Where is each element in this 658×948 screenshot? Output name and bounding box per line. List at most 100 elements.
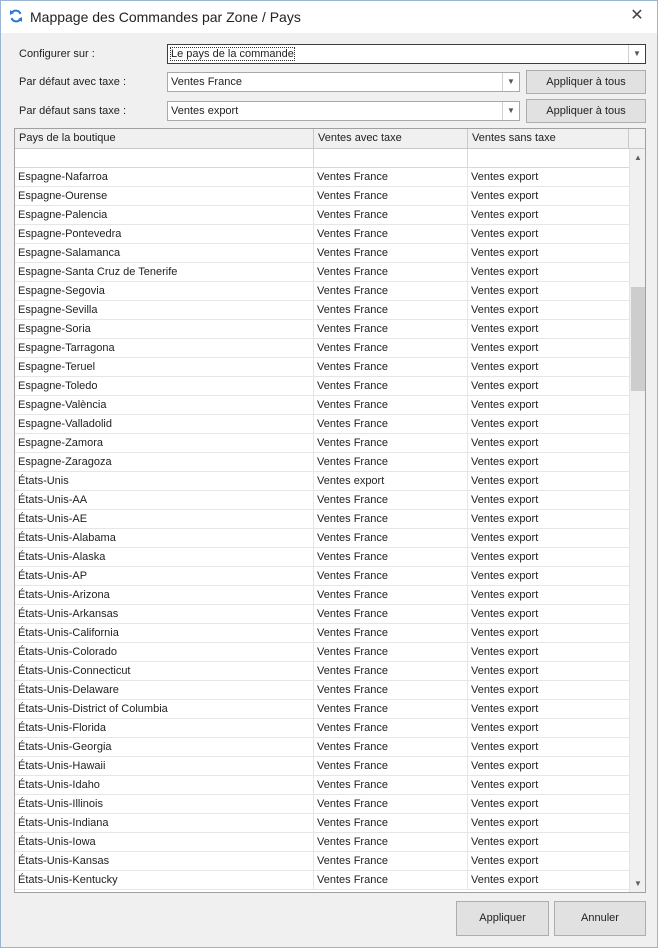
cell-without-tax[interactable]: Ventes export (468, 472, 629, 490)
chevron-down-icon[interactable]: ▼ (628, 45, 645, 63)
table-row[interactable]: Espagne-Salamanca Ventes France Ventes exp… (15, 244, 629, 263)
cell-country[interactable]: États-Unis-Georgia (15, 738, 314, 756)
filter-cell-country[interactable] (15, 149, 314, 168)
filter-cell-with-tax[interactable] (314, 149, 468, 168)
cell-country[interactable]: États-Unis-Arizona (15, 586, 314, 604)
cell-without-tax[interactable]: Ventes export (468, 491, 629, 509)
cell-without-tax[interactable]: Ventes export (468, 206, 629, 224)
chevron-down-icon[interactable]: ▼ (502, 102, 519, 120)
table-row[interactable]: États-Unis-Arkansas Ventes France Ventes e… (15, 605, 629, 624)
cell-without-tax[interactable]: Ventes export (468, 434, 629, 452)
table-row[interactable]: États-Unis-District of Columbia Ventes Fr… (15, 700, 629, 719)
table-row[interactable]: Espagne-Pontevedra Ventes France Ventes ex… (15, 225, 629, 244)
cell-country[interactable]: États-Unis-Indiana (15, 814, 314, 832)
cell-with-tax[interactable]: Ventes France (314, 776, 468, 794)
cell-without-tax[interactable]: Ventes export (468, 548, 629, 566)
table-row[interactable]: États-Unis-Alaska Ventes France Ventes exp… (15, 548, 629, 567)
cell-country[interactable]: Espagne-Nafarroa (15, 168, 314, 186)
table-row[interactable]: États-Unis-Florida Ventes France Ventes ex… (15, 719, 629, 738)
cell-with-tax[interactable]: Ventes France (314, 700, 468, 718)
cell-with-tax[interactable]: Ventes France (314, 263, 468, 281)
cell-country[interactable]: États-Unis-AA (15, 491, 314, 509)
cell-without-tax[interactable]: Ventes export (468, 833, 629, 851)
cell-without-tax[interactable]: Ventes export (468, 263, 629, 281)
table-row[interactable]: Espagne-Ourense Ventes France Ventes expor… (15, 187, 629, 206)
cancel-button[interactable]: Annuler (554, 901, 646, 936)
cell-country[interactable]: Espagne-Toledo (15, 377, 314, 395)
cell-with-tax[interactable]: Ventes France (314, 814, 468, 832)
cell-country[interactable]: Espagne-Palencia (15, 206, 314, 224)
cell-with-tax[interactable]: Ventes France (314, 795, 468, 813)
cell-with-tax[interactable]: Ventes France (314, 833, 468, 851)
cell-without-tax[interactable]: Ventes export (468, 320, 629, 338)
cell-without-tax[interactable]: Ventes export (468, 168, 629, 186)
cell-with-tax[interactable]: Ventes France (314, 548, 468, 566)
cell-without-tax[interactable]: Ventes export (468, 339, 629, 357)
scroll-up-icon[interactable]: ▲ (630, 149, 645, 166)
cell-with-tax[interactable]: Ventes France (314, 510, 468, 528)
cell-without-tax[interactable]: Ventes export (468, 244, 629, 262)
table-row[interactable]: États-Unis-Illinois Ventes France Ventes e… (15, 795, 629, 814)
cell-country[interactable]: États-Unis-Colorado (15, 643, 314, 661)
cell-without-tax[interactable]: Ventes export (468, 605, 629, 623)
table-row[interactable]: États-Unis-Arizona Ventes France Ventes ex… (15, 586, 629, 605)
cell-with-tax[interactable]: Ventes France (314, 187, 468, 205)
cell-with-tax[interactable]: Ventes France (314, 434, 468, 452)
cell-country[interactable]: Espagne-Teruel (15, 358, 314, 376)
apply-button[interactable]: Appliquer (456, 901, 549, 936)
cell-country[interactable]: Espagne-Zamora (15, 434, 314, 452)
cell-without-tax[interactable]: Ventes export (468, 567, 629, 585)
cell-with-tax[interactable]: Ventes France (314, 358, 468, 376)
table-row[interactable]: Espagne-Teruel Ventes France Ventes export (15, 358, 629, 377)
cell-without-tax[interactable]: Ventes export (468, 624, 629, 642)
cell-with-tax[interactable]: Ventes France (314, 301, 468, 319)
cell-country[interactable]: États-Unis-Connecticut (15, 662, 314, 680)
cell-country[interactable]: Espagne-Sevilla (15, 301, 314, 319)
cell-without-tax[interactable]: Ventes export (468, 814, 629, 832)
cell-without-tax[interactable]: Ventes export (468, 225, 629, 243)
cell-country[interactable]: Espagne-Valladolid (15, 415, 314, 433)
table-row[interactable]: Espagne-Zamora Ventes France Ventes export (15, 434, 629, 453)
table-row[interactable]: États-Unis-AA Ventes France Ventes export (15, 491, 629, 510)
cell-country[interactable]: Espagne-Santa Cruz de Tenerife (15, 263, 314, 281)
table-row[interactable]: États-Unis-AE Ventes France Ventes export (15, 510, 629, 529)
cell-with-tax[interactable]: Ventes France (314, 491, 468, 509)
cell-country[interactable]: États-Unis-Kentucky (15, 871, 314, 889)
cell-with-tax[interactable]: Ventes France (314, 643, 468, 661)
default-tax-dropdown[interactable]: Ventes France ▼ (167, 72, 520, 92)
table-row[interactable]: États-Unis-Delaware Ventes France Ventes e… (15, 681, 629, 700)
cell-without-tax[interactable]: Ventes export (468, 396, 629, 414)
cell-with-tax[interactable]: Ventes France (314, 415, 468, 433)
cell-without-tax[interactable]: Ventes export (468, 301, 629, 319)
table-row[interactable]: États-Unis-Kansas Ventes France Ventes exp… (15, 852, 629, 871)
table-row[interactable]: États-Unis-Colorado Ventes France Ventes e… (15, 643, 629, 662)
cell-without-tax[interactable]: Ventes export (468, 586, 629, 604)
filter-row[interactable] (15, 149, 629, 168)
cell-country[interactable]: États-Unis-Hawaii (15, 757, 314, 775)
cell-country[interactable]: Espagne-Ourense (15, 187, 314, 205)
cell-country[interactable]: États-Unis-California (15, 624, 314, 642)
cell-with-tax[interactable]: Ventes France (314, 282, 468, 300)
cell-country[interactable]: Espagne-Pontevedra (15, 225, 314, 243)
cell-with-tax[interactable]: Ventes France (314, 757, 468, 775)
cell-country[interactable]: Espagne-Salamanca (15, 244, 314, 262)
cell-country[interactable]: États-Unis-District of Columbia (15, 700, 314, 718)
cell-with-tax[interactable]: Ventes France (314, 871, 468, 889)
cell-without-tax[interactable]: Ventes export (468, 776, 629, 794)
table-row[interactable]: Espagne-Tarragona Ventes France Ventes exp… (15, 339, 629, 358)
cell-country[interactable]: États-Unis-Arkansas (15, 605, 314, 623)
cell-country[interactable]: Espagne-Segovia (15, 282, 314, 300)
table-row[interactable]: Espagne-Santa Cruz de Tenerife Ventes Fra… (15, 263, 629, 282)
table-row[interactable]: Espagne-Zaragoza Ventes France Ventes expo… (15, 453, 629, 472)
cell-with-tax[interactable]: Ventes France (314, 244, 468, 262)
column-header-without-tax[interactable]: Ventes sans taxe (468, 129, 629, 149)
table-row[interactable]: États-Unis-Georgia Ventes France Ventes ex… (15, 738, 629, 757)
cell-without-tax[interactable]: Ventes export (468, 415, 629, 433)
cell-with-tax[interactable]: Ventes France (314, 529, 468, 547)
cell-with-tax[interactable]: Ventes France (314, 586, 468, 604)
cell-country[interactable]: États-Unis-AE (15, 510, 314, 528)
cell-country[interactable]: États-Unis-Illinois (15, 795, 314, 813)
cell-with-tax[interactable]: Ventes France (314, 168, 468, 186)
table-row[interactable]: Espagne-Segovia Ventes France Ventes expor… (15, 282, 629, 301)
table-row[interactable]: Espagne-València Ventes France Ventes expo… (15, 396, 629, 415)
